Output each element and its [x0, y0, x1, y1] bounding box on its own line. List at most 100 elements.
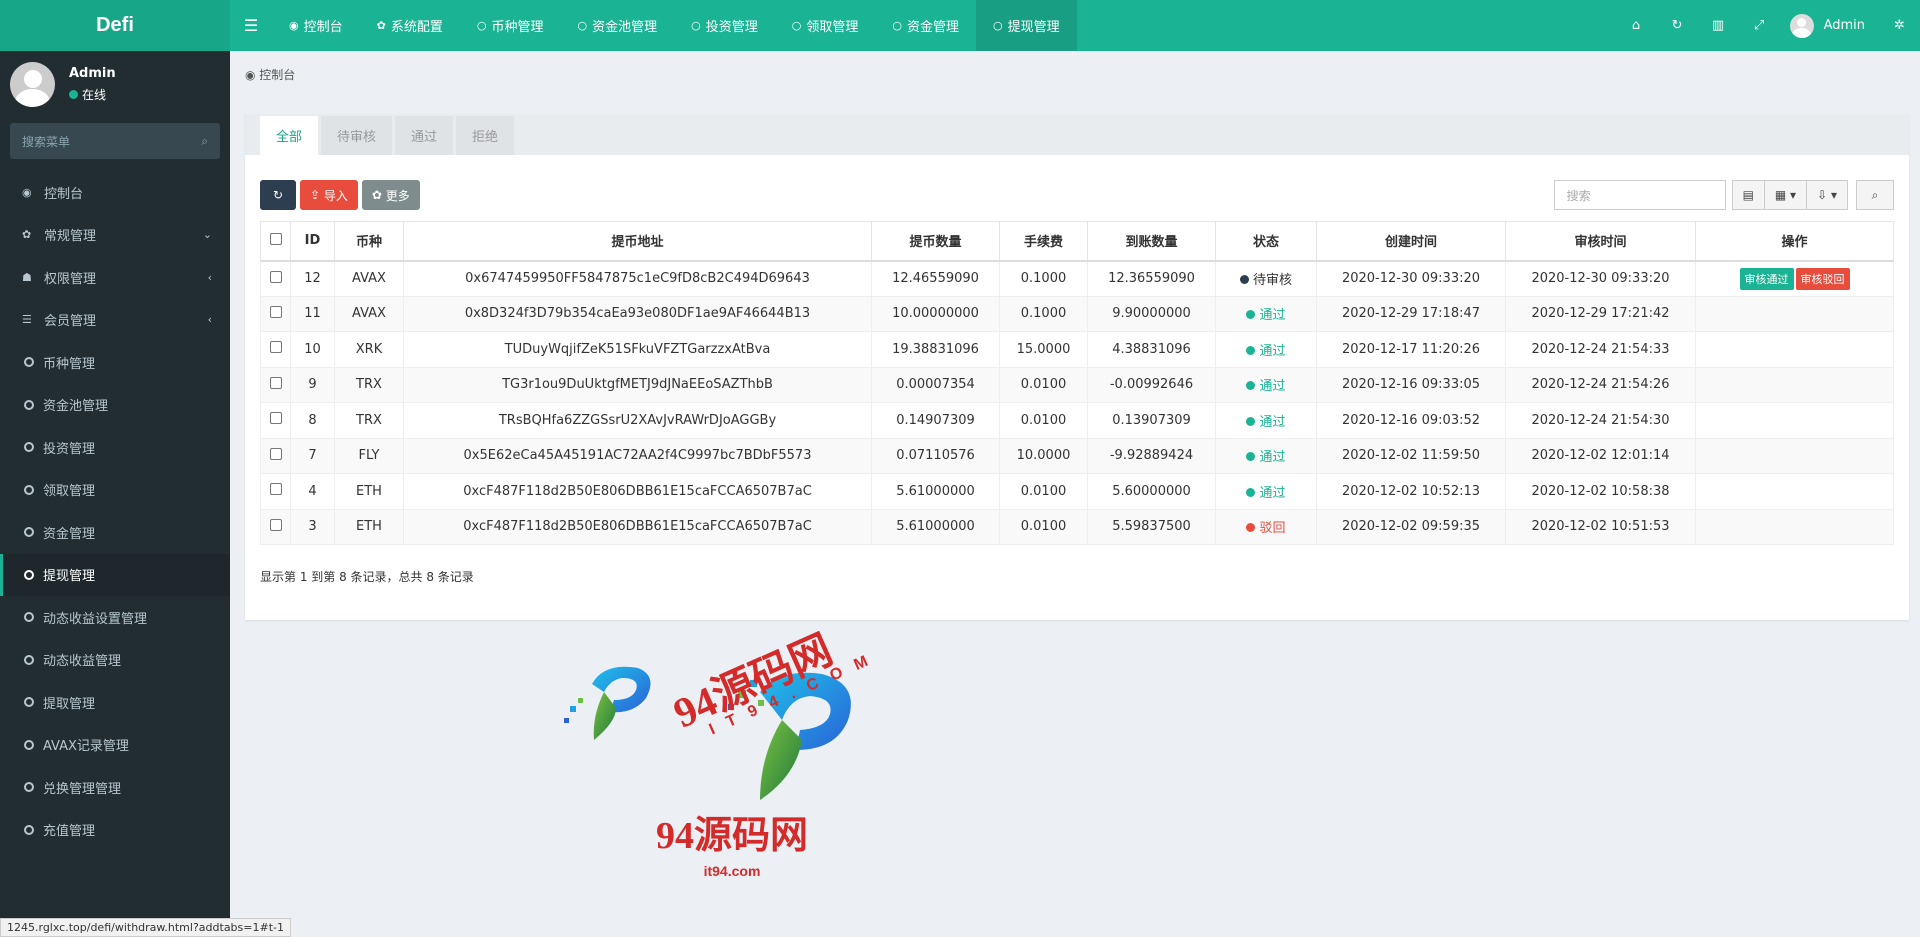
sidebar-item-label: 充值管理	[43, 824, 96, 840]
trash-icon[interactable]: ▥	[1698, 18, 1739, 33]
filter-tab[interactable]: 待审核	[321, 116, 393, 155]
approve-button[interactable]: 审核通过	[1739, 267, 1794, 290]
sidebar-search-input[interactable]: 搜索菜单 ⌕	[10, 123, 220, 159]
nav-tab[interactable]: ○ 币种管理	[460, 0, 561, 51]
brand-logo[interactable]: Defi	[0, 0, 230, 51]
sidebar-item[interactable]: ☗ 权限管理 ‹	[0, 256, 230, 299]
watermark-logo: 94源码网 IT94.COM 94源码网 it94.com	[560, 580, 920, 900]
filter-tab[interactable]: 全部	[260, 116, 319, 155]
search-icon[interactable]: ⌕	[201, 134, 208, 149]
columns-button[interactable]: ▦ ▾	[1764, 180, 1808, 210]
sidebar-item[interactable]: ◉ 控制台	[0, 171, 230, 214]
cell-created: 2020-12-17 11:20:26	[1316, 331, 1506, 368]
column-header: 手续费	[999, 221, 1088, 262]
home-icon[interactable]: ⌂	[1616, 18, 1657, 33]
cell-status: 通过	[1215, 438, 1317, 474]
cell-received: 4.38831096	[1087, 331, 1216, 368]
nav-tab[interactable]: ✿ 系统配置	[360, 0, 460, 51]
sidebar-item[interactable]: ☰ 会员管理 ‹	[0, 299, 230, 342]
sidebar-item[interactable]: 资金池管理	[0, 384, 230, 427]
table-row: 7 FLY 0x5E62eCa45A45191AC72AA2f4C9997bc7BD…	[260, 438, 1894, 474]
circle-icon: ○	[476, 19, 487, 32]
online-dot	[69, 89, 78, 99]
cell-status: 通过	[1215, 402, 1317, 439]
sidebar-item[interactable]: 领取管理	[0, 469, 230, 512]
filter-tab[interactable]: 通过	[395, 116, 454, 155]
table-toolbar: ↻ ⇪ 导入 ✿ 更多	[260, 180, 424, 210]
import-label: 导入	[323, 188, 348, 203]
advanced-search-button[interactable]: ⌕	[1856, 180, 1894, 210]
nav-tab[interactable]: ○ 提现管理	[975, 0, 1077, 51]
refresh-icon[interactable]: ↻	[1657, 18, 1698, 33]
group-icon: ☗	[22, 270, 32, 284]
cell-received: 9.90000000	[1087, 296, 1216, 332]
row-checkbox[interactable]	[269, 270, 282, 283]
nav-tab[interactable]: ○ 资金池管理	[560, 0, 674, 51]
table-search-input[interactable]: 搜索	[1553, 180, 1726, 210]
reject-button[interactable]: 审核驳回	[1795, 267, 1850, 290]
cell-id: 7	[290, 438, 335, 474]
sidebar-item[interactable]: 动态收益设置管理	[0, 596, 230, 639]
cell-actions	[1695, 331, 1894, 368]
row-checkbox[interactable]	[269, 447, 282, 460]
row-checkbox[interactable]	[269, 341, 282, 354]
cell-status: 驳回	[1215, 509, 1317, 545]
chevron-left-icon: ‹	[207, 313, 212, 327]
table-row: 11 AVAX 0x8D324f3D79b354caEa93e080DF1ae9AF…	[260, 296, 1894, 332]
column-header: 创建时间	[1316, 221, 1506, 262]
nav-tab[interactable]: ○ 投资管理	[674, 0, 775, 51]
breadcrumb-label[interactable]: 控制台	[259, 68, 295, 82]
cell-fee: 0.0100	[999, 367, 1088, 403]
top-right-tools: ⌂ ↻ ▥ ⤢ Admin ✲	[1616, 0, 1920, 51]
cell-address: 0xcF487F118d2B50E806DBB61E15caFCCA6507B7…	[403, 473, 872, 510]
sidebar-profile: Admin 在线	[0, 51, 230, 117]
cell-coin: AVAX	[334, 296, 404, 332]
select-all-checkbox[interactable]	[269, 232, 282, 245]
sidebar-item[interactable]: AVAX记录管理	[0, 724, 230, 767]
sidebar-item[interactable]: 充值管理	[0, 809, 230, 852]
cell-id: 4	[290, 473, 335, 510]
column-header: 状态	[1215, 221, 1317, 262]
settings-icon[interactable]: ✲	[1879, 18, 1920, 33]
row-checkbox[interactable]	[269, 305, 282, 318]
cell-coin: XRK	[334, 331, 404, 368]
nav-tab[interactable]: ◉ 控制台	[272, 0, 360, 51]
sidebar-item[interactable]: 提现管理	[0, 553, 230, 596]
table-row: 3 ETH 0xcF487F118d2B50E806DBB61E15caFCCA65…	[260, 509, 1894, 545]
nav-tab[interactable]: ○ 资金管理	[875, 0, 976, 51]
menu-toggle-icon[interactable]: ☰	[230, 0, 272, 51]
circle-icon	[24, 484, 34, 495]
cell-address: 0x6747459950FF5847875c1eC9fD8cB2C494D696…	[403, 260, 872, 297]
cell-received: 12.36559090	[1087, 260, 1216, 297]
toggle-view-button[interactable]: ▤	[1731, 180, 1765, 210]
online-status: 在线	[69, 86, 116, 103]
sidebar-item[interactable]: 动态收益管理	[0, 639, 230, 682]
sidebar-item[interactable]: 币种管理	[0, 341, 230, 384]
filter-tab[interactable]: 拒绝	[456, 116, 515, 155]
row-checkbox[interactable]	[269, 483, 282, 496]
profile-name: Admin	[69, 65, 116, 81]
nav-tab-label: 提现管理	[1007, 20, 1060, 35]
table-right-tools: 搜索 ▤ ▦ ▾ ⇩ ▾ ⌕	[1553, 180, 1894, 210]
more-button[interactable]: ✿ 更多	[361, 180, 420, 210]
refresh-button[interactable]: ↻	[260, 180, 296, 210]
sidebar-item-label: 资金管理	[43, 526, 96, 542]
row-checkbox[interactable]	[269, 412, 282, 425]
sidebar-item[interactable]: 提取管理	[0, 681, 230, 724]
nav-tab[interactable]: ○ 领取管理	[775, 0, 876, 51]
sidebar: Admin 在线 搜索菜单 ⌕ ◉ 控制台 ✿ 常规管理 ⌄ ☗ 权限管理 ‹ ☰ 会员管理 ‹ 币种…	[0, 51, 230, 937]
row-checkbox[interactable]	[269, 376, 282, 389]
row-checkbox[interactable]	[269, 518, 282, 531]
sidebar-item[interactable]: 投资管理	[0, 426, 230, 469]
fullscreen-icon[interactable]: ⤢	[1739, 18, 1780, 33]
sidebar-item[interactable]: 资金管理	[0, 511, 230, 554]
filter-tabs: 全部 待审核 通过 拒绝	[245, 114, 1909, 155]
sidebar-item[interactable]: ✿ 常规管理 ⌄	[0, 214, 230, 257]
import-button[interactable]: ⇪ 导入	[300, 180, 358, 210]
user-menu[interactable]: Admin	[1780, 13, 1879, 38]
select-all-header[interactable]	[260, 221, 291, 262]
sidebar-item[interactable]: 兑换管理管理	[0, 766, 230, 809]
cell-actions	[1695, 367, 1894, 403]
export-button[interactable]: ⇩ ▾	[1807, 180, 1848, 210]
status-label: 驳回	[1259, 521, 1286, 537]
